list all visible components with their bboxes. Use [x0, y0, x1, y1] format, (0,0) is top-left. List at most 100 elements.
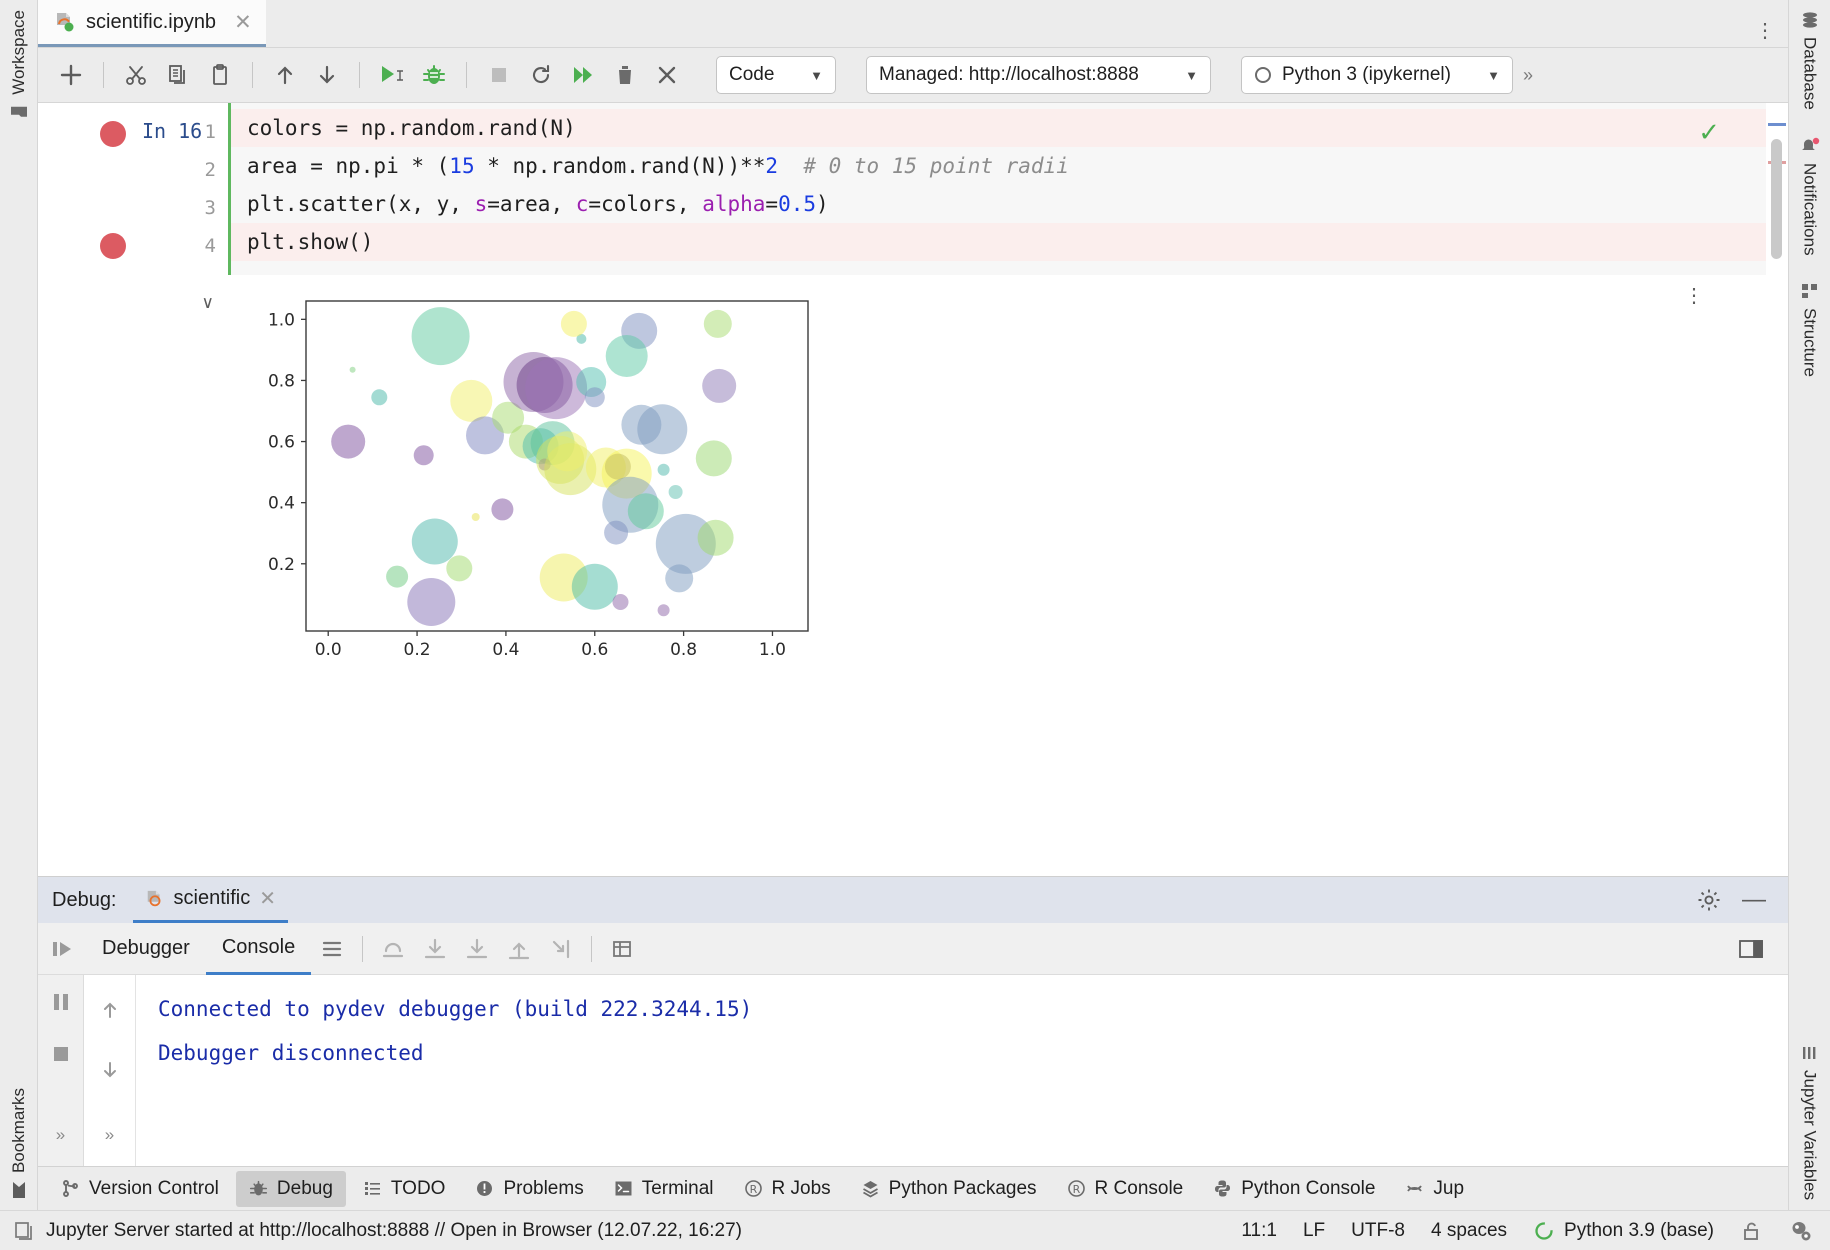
move-cell-up-button[interactable] [266, 56, 304, 94]
scatter-point [407, 578, 455, 626]
console-actions: » [84, 975, 136, 1166]
console-line: Debugger disconnected [158, 1031, 1788, 1075]
tab-console-label: Console [222, 936, 295, 959]
editor-and-tools: scientific.ipynb ✕ ⋮ [38, 0, 1788, 1210]
run-all-cells-button[interactable] [564, 56, 602, 94]
gear-icon[interactable] [1696, 887, 1722, 913]
delete-cell-button[interactable] [606, 56, 644, 94]
terminal-icon [614, 1179, 633, 1198]
scatter-point [696, 440, 732, 476]
view-as-table-icon[interactable] [601, 928, 643, 970]
debug-session-actions: » [38, 975, 84, 1166]
breakpoint-line-4[interactable] [100, 233, 126, 259]
line-separator[interactable]: LF [1303, 1220, 1325, 1242]
collapse-output-chevron-icon[interactable]: ∨ [202, 293, 214, 693]
step-into-icon[interactable] [414, 928, 456, 970]
copy-button[interactable] [159, 56, 197, 94]
run-cell-button[interactable] [373, 56, 411, 94]
cut-button[interactable] [117, 56, 155, 94]
tab-debugger-label: Debugger [102, 937, 190, 960]
add-cell-button[interactable] [52, 56, 90, 94]
r-icon: R [744, 1179, 763, 1198]
notebook-area: In 16 1 2 3 4 colors = np.random.rand(N)… [38, 103, 1788, 876]
tool-window-python-packages[interactable]: Python Packages [848, 1171, 1050, 1207]
rail-item-workspace[interactable]: Workspace [9, 10, 29, 122]
clear-outputs-button[interactable] [648, 56, 686, 94]
cell-type-dropdown[interactable]: Code ▼ [716, 56, 836, 94]
debug-header-actions: — [1696, 886, 1774, 914]
minimize-icon[interactable]: — [1742, 886, 1766, 914]
inspection-widget-icon[interactable] [1788, 1219, 1812, 1243]
file-encoding[interactable]: UTF-8 [1351, 1220, 1405, 1242]
stop-program-icon[interactable] [40, 1033, 82, 1075]
jupyter-server-dropdown[interactable]: Managed: http://localhost:8888 ▼ [866, 56, 1211, 94]
python-icon [1213, 1179, 1232, 1198]
scatter-point [606, 335, 648, 377]
tab-console[interactable]: Console [206, 923, 311, 975]
debug-actions-overflow-icon[interactable]: » [40, 1114, 82, 1156]
rail-item-structure[interactable]: Structure [1800, 281, 1820, 377]
code-line-4[interactable]: plt.show() [231, 223, 1766, 261]
code-editor[interactable]: colors = np.random.rand(N) area = np.pi … [228, 103, 1766, 275]
tool-window-version-control-label: Version Control [89, 1178, 219, 1200]
resume-program-button[interactable] [38, 935, 86, 963]
notebook-scrollbar[interactable] [1766, 103, 1788, 876]
toolbar-overflow-icon[interactable]: » [1523, 65, 1533, 86]
tab-debugger[interactable]: Debugger [86, 923, 206, 975]
tool-window-debug[interactable]: Debug [236, 1171, 346, 1207]
python-interpreter[interactable]: Python 3.9 (base) [1533, 1220, 1714, 1242]
caret-position[interactable]: 11:1 [1241, 1220, 1277, 1242]
tool-window-r-jobs[interactable]: R R Jobs [731, 1171, 844, 1207]
code-line-1[interactable]: colors = np.random.rand(N) [231, 109, 1766, 147]
step-over-icon[interactable] [372, 928, 414, 970]
layout-settings-icon[interactable] [1730, 928, 1772, 970]
stop-button[interactable] [480, 56, 518, 94]
scrollbar-thumb[interactable] [1771, 139, 1782, 259]
debug-console-output[interactable]: Connected to pydev debugger (build 222.3… [136, 975, 1788, 1166]
debug-session-close-icon[interactable]: ✕ [259, 886, 276, 911]
rail-item-jupyter-variables[interactable]: Jupyter Variables [1800, 1043, 1820, 1200]
step-out-icon[interactable] [498, 928, 540, 970]
jupyter-server-value: Managed: http://localhost:8888 [879, 64, 1139, 86]
scatter-point [371, 389, 387, 405]
tool-window-problems[interactable]: Problems [462, 1171, 596, 1207]
code-line-2[interactable]: area = np.pi * (15 * np.random.rand(N))*… [231, 147, 1766, 185]
output-overflow-icon[interactable]: ⋮ [1684, 293, 1704, 300]
status-notification-icon[interactable] [12, 1220, 34, 1242]
scroll-down-icon[interactable] [89, 1049, 131, 1091]
tool-window-jupyter[interactable]: Jup [1392, 1171, 1477, 1207]
svg-text:R: R [1072, 1183, 1080, 1196]
paste-button[interactable] [201, 56, 239, 94]
tool-window-version-control[interactable]: Version Control [48, 1171, 232, 1207]
kernel-dropdown[interactable]: Python 3 (ipykernel) ▼ [1241, 56, 1513, 94]
console-actions-overflow-icon[interactable]: » [89, 1114, 131, 1156]
code-cell[interactable]: In 16 1 2 3 4 colors = np.random.rand(N)… [38, 103, 1766, 275]
soft-wrap-icon[interactable] [311, 928, 353, 970]
tool-window-todo[interactable]: TODO [350, 1171, 459, 1207]
force-step-into-icon[interactable] [456, 928, 498, 970]
tool-window-python-console[interactable]: Python Console [1200, 1171, 1388, 1207]
editor-tab-overflow-icon[interactable]: ⋮ [1755, 27, 1776, 35]
editor-tab-scientific-ipynb[interactable]: scientific.ipynb ✕ [38, 0, 266, 47]
debug-session-tab[interactable]: scientific ✕ [133, 877, 288, 923]
debug-cell-button[interactable] [415, 56, 453, 94]
rail-item-notifications[interactable]: Notifications [1800, 136, 1820, 256]
unlocked-padlock-icon[interactable] [1740, 1220, 1762, 1242]
editor-tab-close-icon[interactable]: ✕ [234, 10, 252, 35]
pause-program-icon[interactable] [40, 981, 82, 1023]
run-to-cursor-icon[interactable] [540, 928, 582, 970]
restart-kernel-button[interactable] [522, 56, 560, 94]
rail-item-database[interactable]: Database [1800, 10, 1820, 110]
line-number: 1 [205, 113, 216, 151]
code-line-3[interactable]: plt.scatter(x, y, s=area, c=colors, alph… [231, 185, 1766, 223]
indent-setting[interactable]: 4 spaces [1431, 1220, 1507, 1242]
cell-executed-check-icon: ✓ [1698, 117, 1720, 148]
tool-window-r-console[interactable]: R R Console [1054, 1171, 1197, 1207]
bookmark-icon [10, 1180, 28, 1200]
tool-window-terminal[interactable]: Terminal [601, 1171, 727, 1207]
move-cell-down-button[interactable] [308, 56, 346, 94]
scroll-up-icon[interactable] [89, 989, 131, 1031]
status-message[interactable]: Jupyter Server started at http://localho… [46, 1220, 742, 1242]
breakpoint-line-1[interactable] [100, 121, 126, 147]
rail-item-bookmarks[interactable]: Bookmarks [9, 1088, 29, 1200]
